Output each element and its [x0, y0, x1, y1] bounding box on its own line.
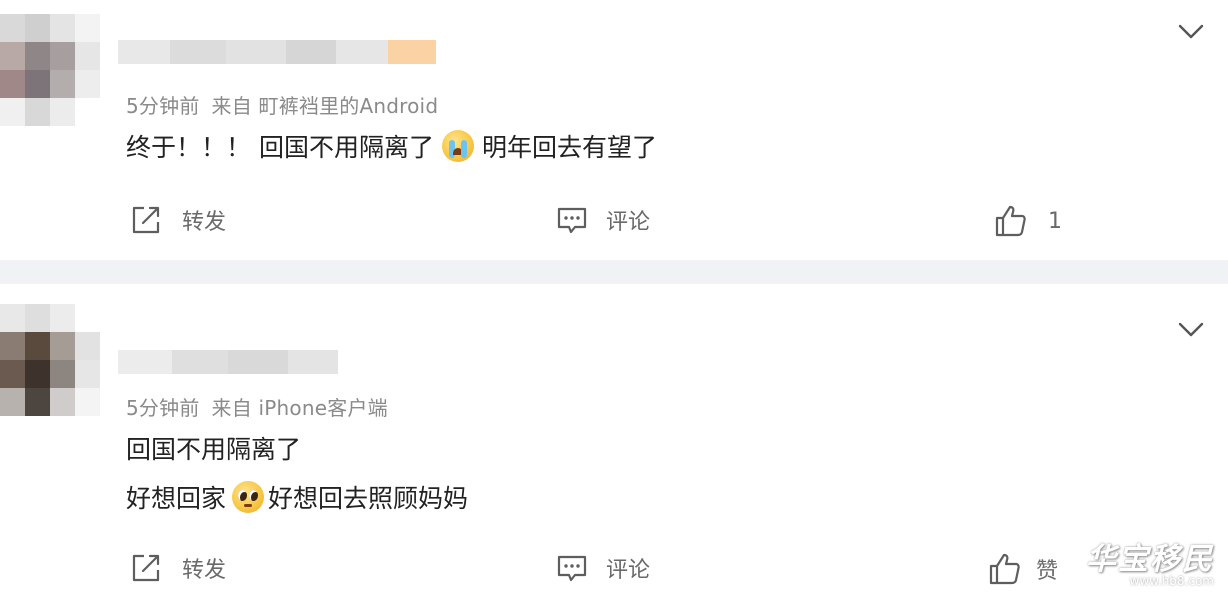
blurred-username[interactable]: [118, 40, 436, 64]
chevron-down-icon[interactable]: [1178, 322, 1204, 338]
like-button[interactable]: 1: [994, 204, 1062, 238]
comment-source: 来自 町裤裆里的Android: [211, 94, 439, 118]
like-button[interactable]: 赞: [988, 552, 1058, 586]
comment-text-part: 好想回去照顾妈妈: [268, 484, 469, 513]
comment-text-line: 好想回家 好想回去照顾妈妈: [126, 479, 468, 515]
comment-meta: 5分钟前 来自 iPhone客户端: [126, 392, 388, 421]
comment-time: 5分钟前: [126, 396, 200, 420]
repost-button[interactable]: 转发: [130, 204, 226, 236]
comment-card: 5分钟前 来自 iPhone客户端 回国不用隔离了 好想回家 好想回去照顾妈妈 转…: [0, 284, 1228, 602]
like-count: 1: [1048, 208, 1062, 234]
repost-label: 转发: [182, 210, 227, 235]
comment-text-part: 明年回去有望了: [481, 133, 657, 162]
repost-button[interactable]: 转发: [130, 552, 226, 584]
thumbs-up-icon: [995, 205, 1026, 237]
comment-text-part: 好想回家: [126, 484, 227, 513]
repost-label: 转发: [182, 558, 227, 583]
comment-time: 5分钟前: [126, 94, 200, 118]
comment-text: 终于！！！ 回国不用隔离了 明年回去有望了: [126, 128, 657, 164]
comment-text-part: 终于！！！ 回国不用隔离了: [126, 133, 434, 162]
chevron-down-icon[interactable]: [1178, 24, 1204, 40]
blurred-username[interactable]: [118, 350, 338, 374]
comment-button[interactable]: 评论: [556, 552, 650, 584]
avatar[interactable]: [0, 14, 100, 126]
share-icon: [132, 206, 160, 234]
share-icon: [132, 554, 160, 582]
comment-label: 评论: [606, 558, 651, 583]
comment-source: 来自 iPhone客户端: [211, 396, 388, 420]
pleading-face-icon: [232, 481, 265, 513]
comment-card: 5分钟前 来自 町裤裆里的Android 终于！！！ 回国不用隔离了 明年回去有望…: [0, 0, 1228, 260]
comment-label: 评论: [606, 210, 651, 235]
comment-meta: 5分钟前 来自 町裤裆里的Android: [126, 90, 438, 119]
divider: [0, 260, 1228, 284]
comment-icon: [557, 207, 587, 234]
avatar[interactable]: [0, 304, 100, 416]
like-label: 赞: [1036, 559, 1059, 584]
comment-text-line: 回国不用隔离了: [126, 430, 301, 466]
crying-face-icon: [441, 130, 474, 162]
comment-button[interactable]: 评论: [556, 204, 650, 236]
thumbs-up-icon: [989, 553, 1020, 585]
comment-icon: [557, 555, 587, 582]
comment-feed: 5分钟前 来自 町裤裆里的Android 终于！！！ 回国不用隔离了 明年回去有望…: [0, 0, 1228, 602]
comment-text-part: 回国不用隔离了: [126, 435, 302, 464]
